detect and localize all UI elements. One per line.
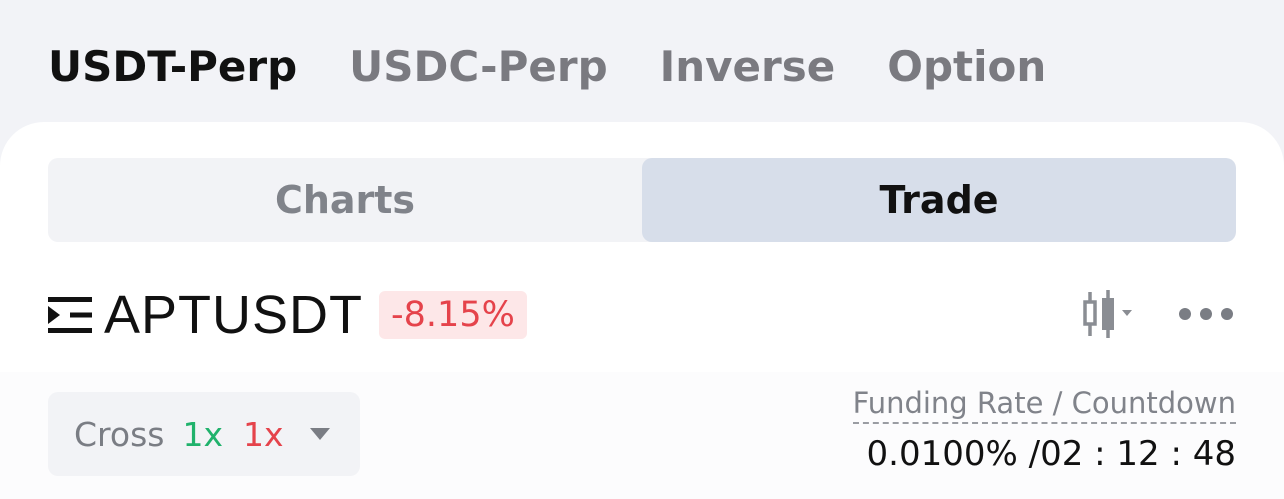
caret-down-icon	[309, 428, 330, 440]
charts-toggle-button[interactable]: Charts	[48, 158, 642, 242]
margin-leverage-selector[interactable]: Cross 1x 1x	[48, 392, 360, 476]
long-leverage-label: 1x	[182, 414, 223, 454]
tab-usdt-perp[interactable]: USDT-Perp	[48, 38, 297, 96]
candlestick-chart-icon[interactable]	[1082, 288, 1136, 340]
tab-option[interactable]: Option	[887, 38, 1046, 96]
menu-list-icon[interactable]	[48, 295, 92, 335]
short-leverage-label: 1x	[243, 414, 284, 454]
tab-inverse[interactable]: Inverse	[660, 38, 836, 96]
trading-screen: USDT-Perp USDC-Perp Inverse Option Chart…	[0, 0, 1284, 499]
price-change-badge: -8.15%	[379, 291, 527, 339]
margin-mode-label: Cross	[74, 414, 165, 454]
more-dots-icon[interactable]	[1178, 304, 1234, 324]
market-type-tabs: USDT-Perp USDC-Perp Inverse Option	[48, 38, 1046, 96]
trade-toggle-button[interactable]: Trade	[642, 158, 1236, 242]
symbol-header: APTUSDT -8.15%	[48, 282, 527, 348]
symbol-name[interactable]: APTUSDT	[104, 284, 363, 346]
funding-rate-label[interactable]: Funding Rate / Countdown	[852, 386, 1236, 424]
symbol-actions	[1082, 284, 1234, 344]
view-toggle: Charts Trade	[48, 158, 1236, 242]
tab-usdc-perp[interactable]: USDC-Perp	[349, 38, 607, 96]
funding-rate-value: 0.0100% /02 : 12 : 48	[866, 434, 1236, 474]
